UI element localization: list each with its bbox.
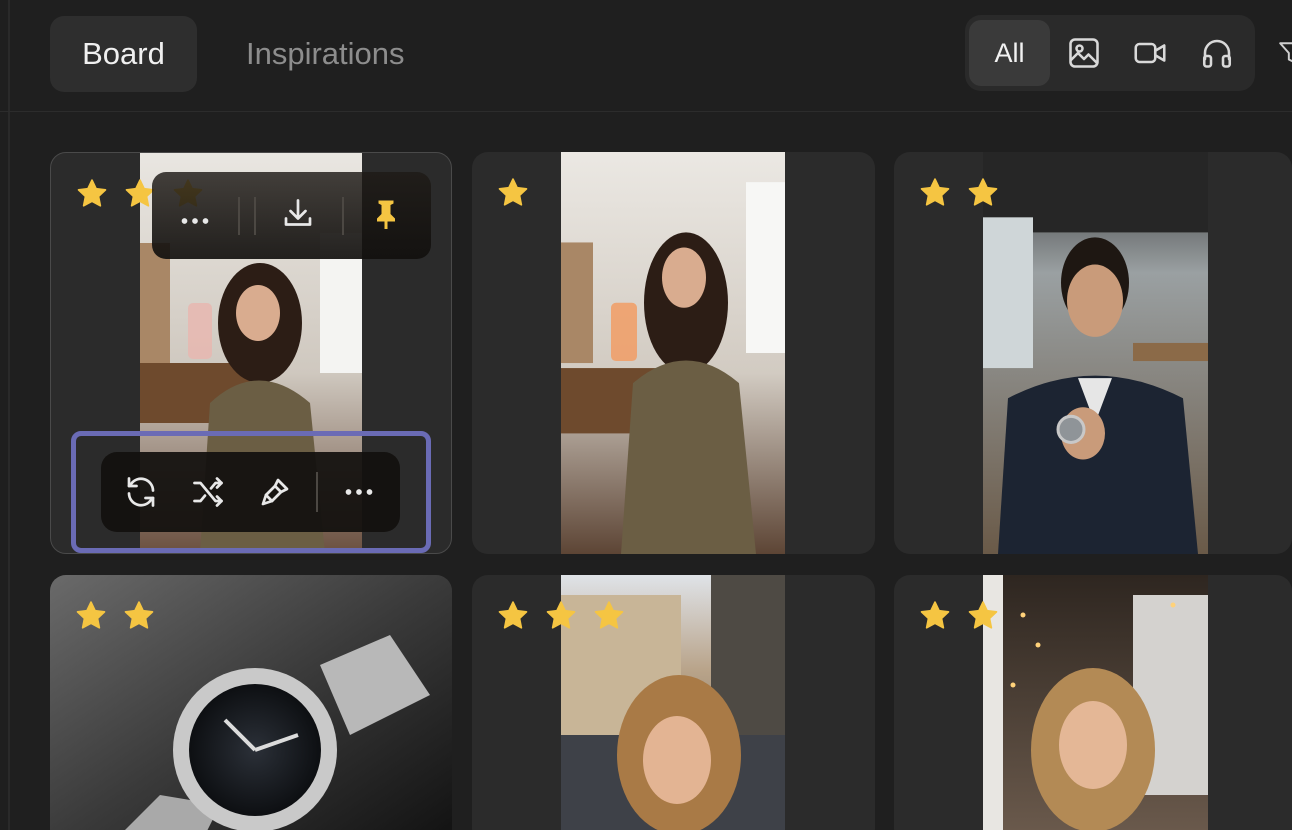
image-card-6[interactable] xyxy=(894,575,1292,830)
star-icon xyxy=(75,177,109,211)
toolbar-divider xyxy=(342,197,344,235)
more-icon[interactable] xyxy=(176,200,214,236)
filter-all-button[interactable]: All xyxy=(969,20,1050,86)
audio-icon[interactable] xyxy=(1199,35,1235,71)
rating-stars xyxy=(918,176,1000,210)
image-card-2[interactable] xyxy=(472,152,875,554)
photo-woman-cafe xyxy=(983,575,1208,830)
shuffle-icon[interactable] xyxy=(190,474,226,510)
toolbar-divider xyxy=(254,197,256,235)
card-hover-toolbar-top xyxy=(152,172,431,259)
star-icon xyxy=(966,599,1000,633)
pin-icon[interactable] xyxy=(368,196,404,232)
star-icon xyxy=(592,599,626,633)
image-card-5[interactable] xyxy=(472,575,875,830)
rating-stars xyxy=(496,599,626,633)
left-divider xyxy=(8,0,10,830)
toolbar-divider xyxy=(316,472,318,512)
star-icon xyxy=(122,599,156,633)
star-icon xyxy=(918,599,952,633)
star-icon xyxy=(966,176,1000,210)
star-icon xyxy=(74,599,108,633)
regenerate-icon[interactable] xyxy=(123,474,159,510)
video-icon[interactable] xyxy=(1132,35,1168,71)
toolbar-divider xyxy=(238,197,240,235)
star-icon xyxy=(918,176,952,210)
tab-board[interactable]: Board xyxy=(50,16,197,92)
star-icon xyxy=(496,176,530,210)
star-icon xyxy=(544,599,578,633)
star-icon xyxy=(496,599,530,633)
rating-stars xyxy=(918,599,1000,633)
photo-woman-perfume xyxy=(561,152,785,554)
more-icon[interactable] xyxy=(341,474,377,510)
image-card-3[interactable] xyxy=(894,152,1292,554)
brush-icon[interactable] xyxy=(257,474,293,510)
photo-man-watch xyxy=(983,152,1208,554)
media-filter-group: All xyxy=(965,15,1255,91)
tab-inspirations[interactable]: Inspirations xyxy=(246,16,405,92)
image-card-4[interactable] xyxy=(50,575,452,830)
top-bar: Board Inspirations All xyxy=(0,0,1292,112)
image-icon[interactable] xyxy=(1066,35,1102,71)
filter-icon[interactable] xyxy=(1278,38,1292,68)
download-icon[interactable] xyxy=(280,196,316,232)
rating-stars xyxy=(496,176,530,210)
rating-stars xyxy=(74,599,156,633)
card-hover-toolbar-bottom xyxy=(101,452,400,532)
